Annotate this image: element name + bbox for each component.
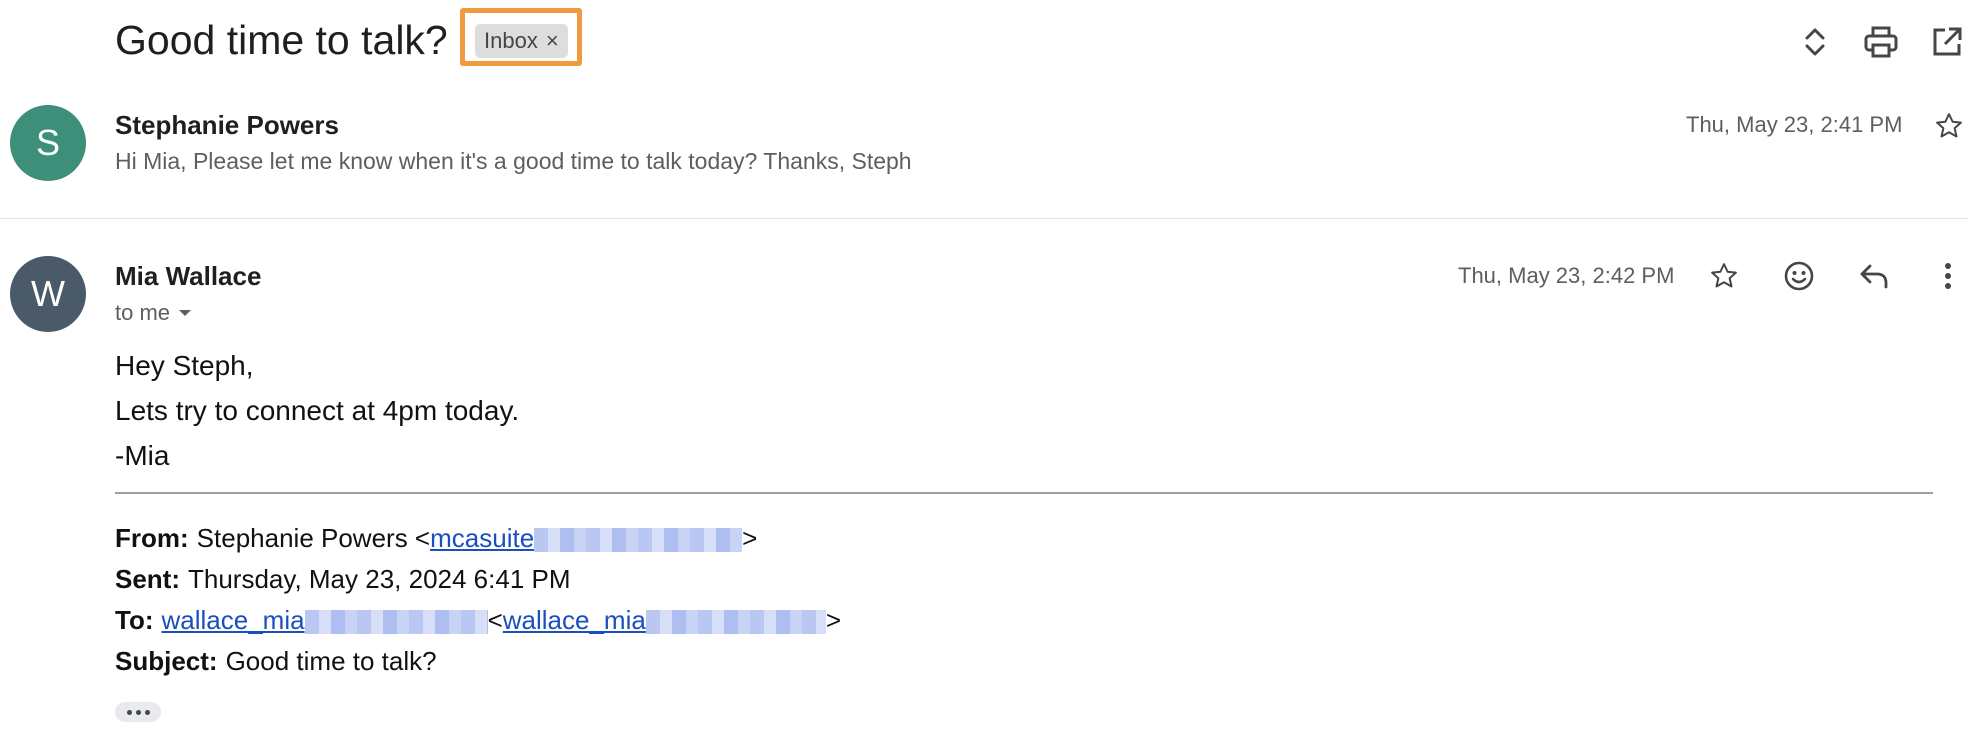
to-close: > — [825, 605, 842, 635]
print-icon[interactable] — [1859, 20, 1903, 64]
to-label: To: — [115, 605, 154, 635]
subject-value: Good time to talk? — [225, 646, 437, 676]
quoted-to-line: To: wallace_mia < wallace_mia > — [115, 605, 841, 636]
message-date: Thu, May 23, 2:41 PM — [1686, 112, 1903, 137]
from-email-link[interactable]: mcasuite — [430, 523, 743, 554]
add-reaction-icon[interactable] — [1777, 254, 1821, 298]
body-line: -Mia — [115, 440, 170, 471]
redacted-block — [534, 528, 743, 553]
from-name: Stephanie Powers < — [196, 523, 431, 553]
avatar-letter: S — [35, 122, 60, 163]
body-line: Lets try to connect at 4pm today. — [115, 395, 520, 426]
message-date: Thu, May 23, 2:42 PM — [1458, 263, 1675, 288]
thread-subject: Good time to talk? — [115, 17, 448, 63]
quoted-sent-line: Sent: Thursday, May 23, 2024 6:41 PM — [115, 564, 571, 595]
show-trimmed-content-button[interactable] — [115, 702, 161, 722]
expand-collapse-icon[interactable] — [1793, 20, 1837, 64]
to-open: < — [487, 605, 503, 635]
subject-label: Subject: — [115, 646, 218, 676]
star-icon[interactable] — [1702, 254, 1746, 298]
recipients-toggle[interactable]: to me — [115, 300, 192, 326]
sender-name[interactable]: Stephanie Powers — [115, 110, 339, 141]
from-label: From: — [115, 523, 189, 553]
to-email-link[interactable]: wallace_mia — [162, 605, 488, 636]
label-text: Inbox — [484, 28, 538, 53]
more-options-icon[interactable] — [1926, 254, 1968, 298]
to-email-link-2[interactable]: wallace_mia — [503, 605, 826, 636]
message-snippet[interactable]: Hi Mia, Please let me know when it's a g… — [115, 148, 912, 175]
avatar-letter: W — [31, 273, 65, 314]
to-email-text: wallace_mia — [161, 605, 305, 635]
inbox-label-chip[interactable]: Inbox × — [475, 24, 568, 58]
sent-label: Sent: — [115, 564, 180, 594]
dot — [135, 709, 141, 715]
star-icon[interactable] — [1927, 104, 1968, 148]
reply-icon[interactable] — [1852, 254, 1896, 298]
quoted-subject-line: Subject: Good time to talk? — [115, 646, 437, 677]
redacted-block — [645, 610, 826, 635]
redacted-block — [304, 610, 488, 635]
sender-name[interactable]: Mia Wallace — [115, 261, 261, 292]
remove-label-icon[interactable]: × — [546, 30, 559, 52]
body-line: Hey Steph, — [115, 350, 254, 381]
to-email-text-2: wallace_mia — [502, 605, 646, 635]
recipients-text: to me — [115, 300, 171, 325]
open-in-new-window-icon[interactable] — [1925, 20, 1968, 64]
sent-value: Thursday, May 23, 2024 6:41 PM — [188, 564, 571, 594]
quoted-separator — [115, 492, 1933, 494]
avatar: S — [10, 105, 86, 181]
dot — [144, 709, 150, 715]
caret-down-icon — [179, 310, 192, 316]
message-divider — [0, 218, 1968, 219]
avatar: W — [10, 256, 86, 332]
quoted-from-line: From: Stephanie Powers < mcasuite > — [115, 523, 757, 554]
from-close: > — [742, 523, 758, 553]
dot — [126, 709, 132, 715]
from-email-text: mcasuite — [430, 523, 535, 553]
